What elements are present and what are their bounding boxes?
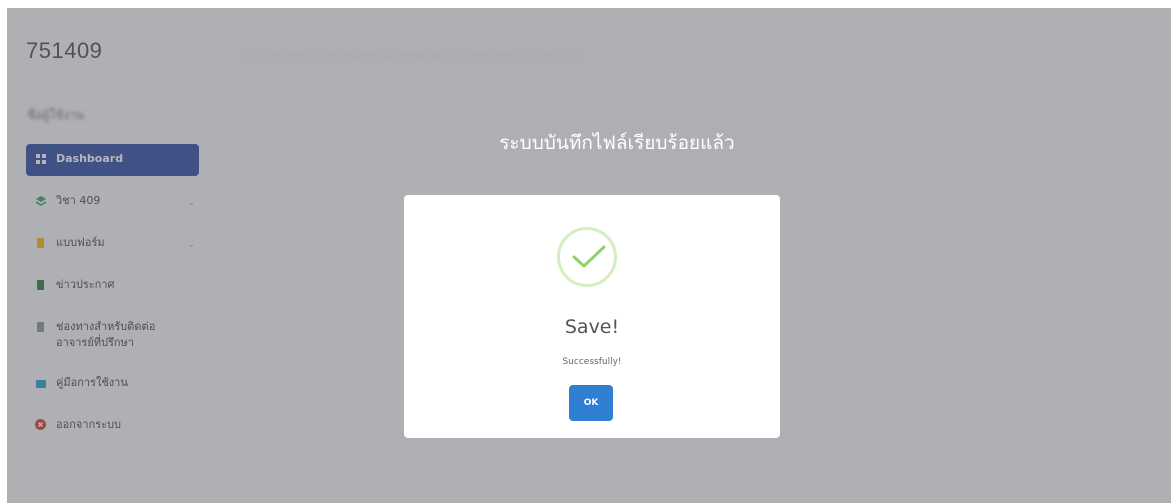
- ok-button[interactable]: OK: [569, 385, 613, 421]
- success-check-icon: [557, 227, 617, 287]
- save-notice: ระบบบันทึกไฟล์เรียบร้อยแล้ว: [7, 128, 1171, 158]
- app-window: 751409 ชื่อผู้ใช้งาน Dashboard วิชา 409 …: [7, 8, 1171, 503]
- dialog-title: Save!: [564, 316, 620, 338]
- success-dialog: Save! Successfully! OK: [404, 195, 780, 438]
- save-notice-text: ระบบบันทึกไฟล์เรียบร้อยแล้ว: [499, 132, 735, 154]
- dialog-message: Successfully!: [562, 357, 622, 367]
